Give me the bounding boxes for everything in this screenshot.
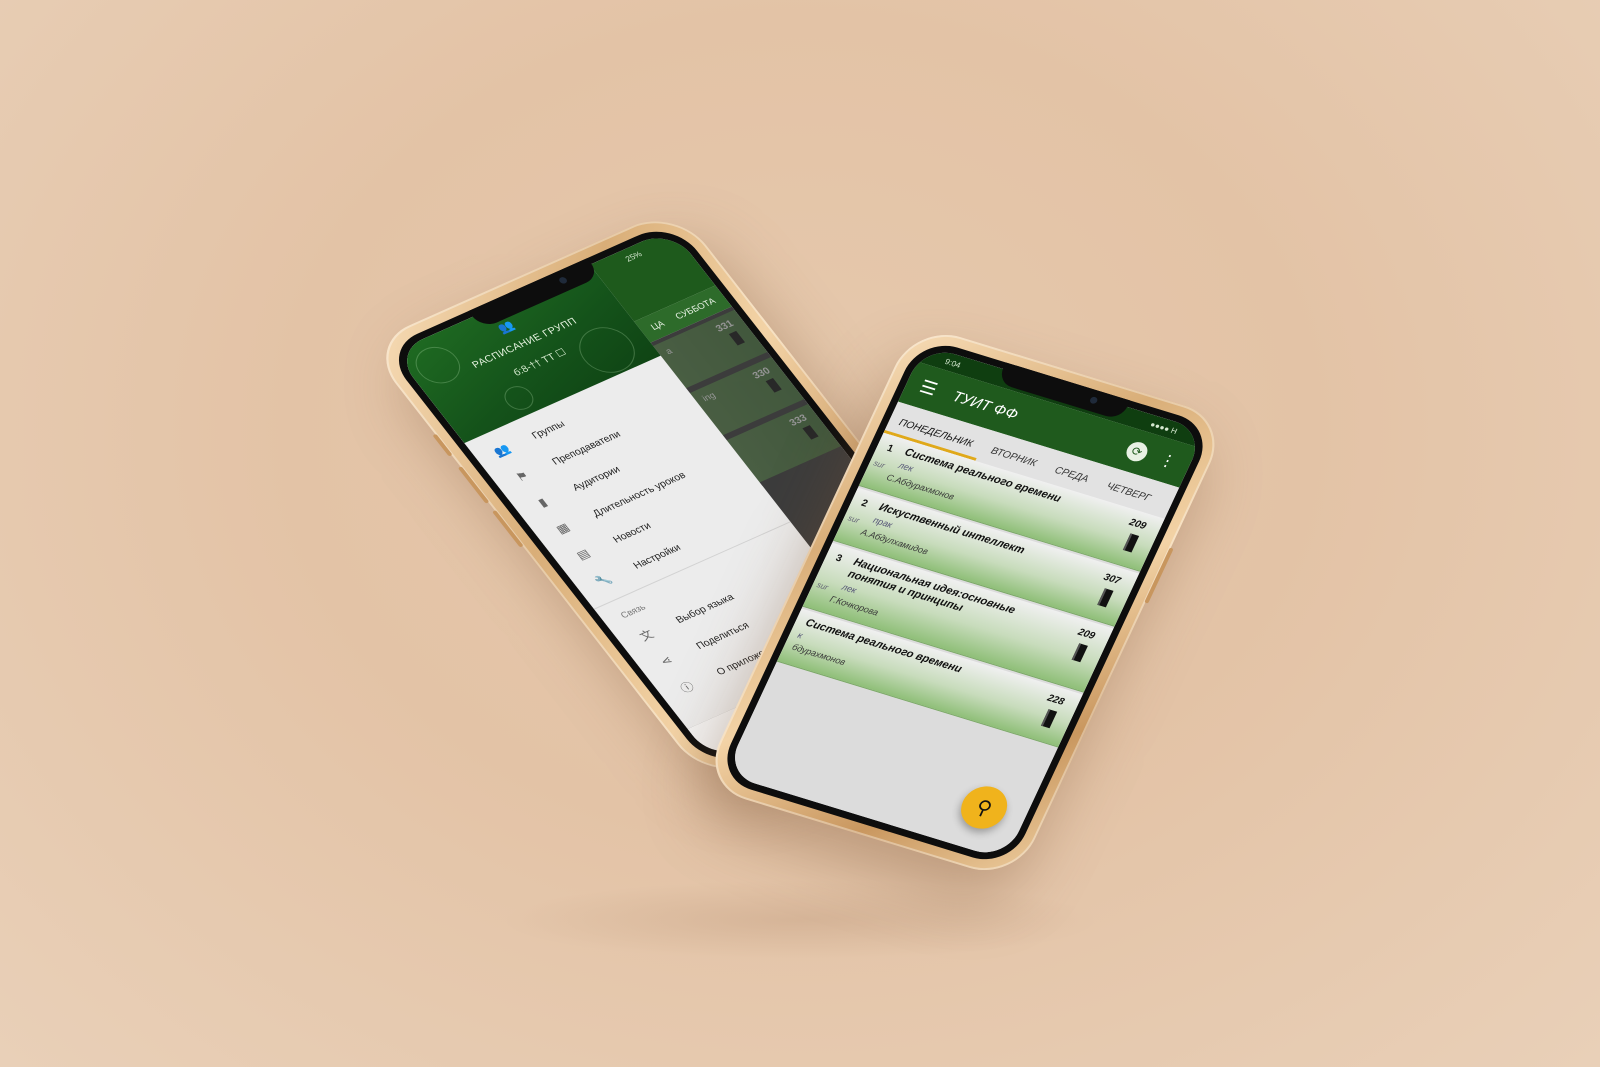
- tab-label[interactable]: ЦА: [649, 319, 667, 332]
- search-icon: ⚲: [972, 795, 996, 821]
- wrench-icon: 🔧: [592, 571, 615, 590]
- door-icon: [728, 330, 746, 346]
- menu-item-label: Группы: [529, 418, 568, 442]
- status-time: 9:04: [943, 356, 963, 370]
- lesson-teacher: бдурахмонов: [790, 641, 848, 668]
- lesson-teacher: Г.Кочкорова: [828, 593, 881, 618]
- door-icon: [1040, 709, 1058, 729]
- lesson-type: лек: [840, 581, 859, 596]
- lesson-number: 3: [833, 552, 844, 565]
- lesson-sur: sur: [871, 458, 887, 471]
- door-icon: [1071, 643, 1088, 663]
- room-number: 307: [1101, 571, 1123, 587]
- door-icon: [765, 377, 782, 393]
- lesson-text: а: [663, 345, 675, 357]
- room-number: 209: [1076, 626, 1097, 642]
- door-icon: [1122, 533, 1140, 553]
- status-battery: 25%: [623, 249, 644, 264]
- share-icon: ⋖: [657, 653, 676, 669]
- doodle: [498, 382, 540, 414]
- menu-item-label: Новости: [610, 520, 654, 546]
- floor-shadow: [500, 880, 1100, 960]
- room-number: 209: [1127, 517, 1148, 533]
- info-icon: ⓘ: [677, 679, 697, 696]
- calendar-clock-icon: ▦: [553, 520, 573, 537]
- hamburger-menu-icon[interactable]: ☰: [916, 376, 941, 400]
- lesson-text: ing: [700, 390, 718, 404]
- lesson-teacher: С.Абдурахмонов: [884, 472, 956, 502]
- door-icon: [802, 425, 819, 440]
- news-icon: ▤: [573, 546, 593, 563]
- menu-item-label: Настройки: [631, 542, 683, 571]
- lesson-type: лек: [897, 460, 916, 474]
- lesson-number: 2: [859, 497, 870, 510]
- lesson-sur: sur: [846, 513, 861, 526]
- room-number: 228: [1045, 692, 1066, 708]
- lesson-teacher: А.Абдулхамидов: [859, 527, 930, 557]
- teacher-icon: ⚑: [512, 468, 532, 485]
- group-icon: 👥: [490, 441, 514, 460]
- door-icon: ▮: [535, 495, 551, 510]
- translate-icon: 文: [636, 627, 657, 644]
- more-vert-icon[interactable]: ⋮: [1156, 450, 1180, 473]
- side-button: [432, 433, 453, 457]
- lesson-sur: sur: [815, 580, 830, 592]
- lesson-type: к: [796, 630, 805, 641]
- door-icon: [1097, 588, 1114, 608]
- lesson-number: 1: [884, 443, 895, 455]
